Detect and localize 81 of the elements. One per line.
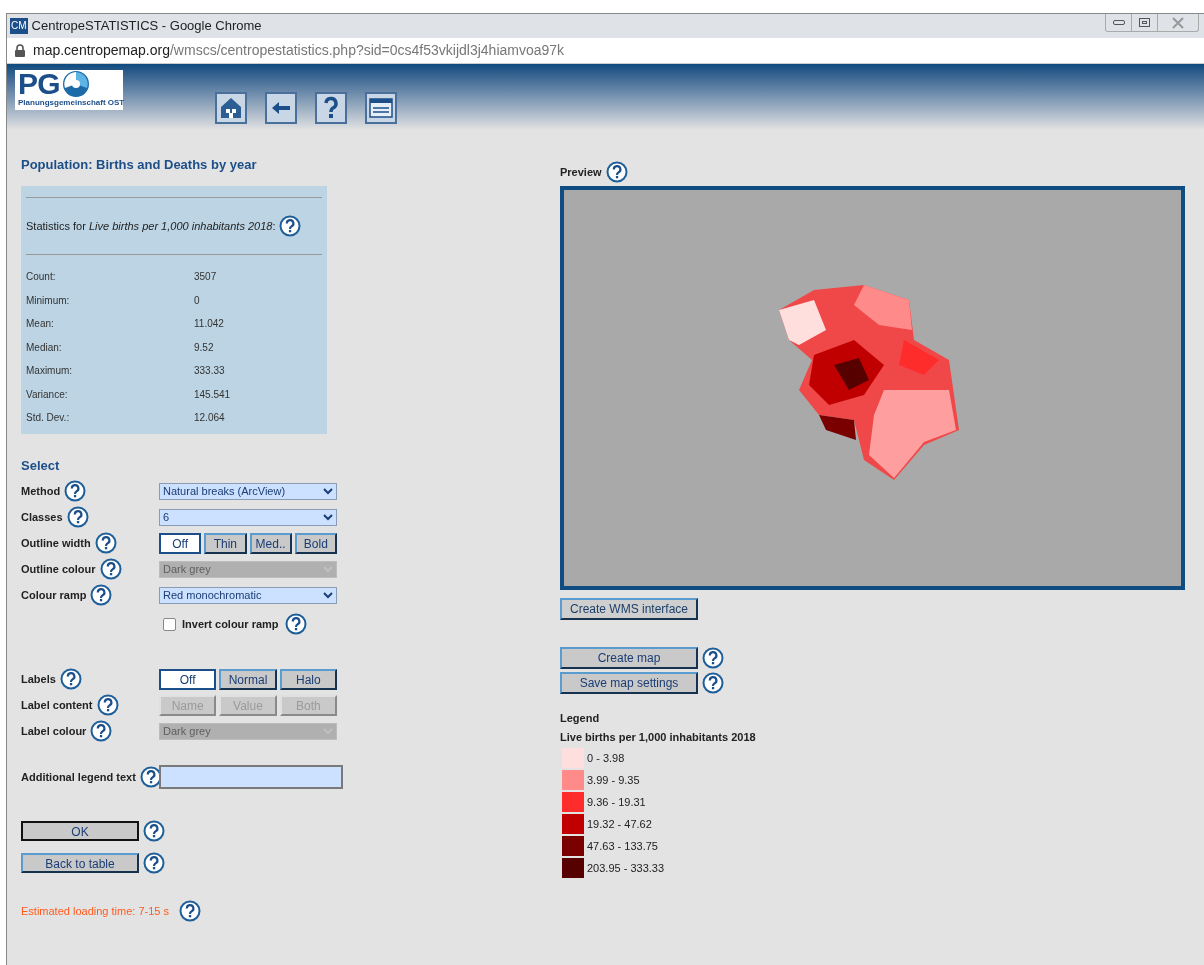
- stat-value: 0: [194, 293, 200, 308]
- dropdown[interactable]: Red monochromatic: [159, 586, 337, 604]
- help-icon[interactable]: [99, 558, 122, 580]
- option-button[interactable]: Bold: [294, 532, 337, 554]
- help-icon[interactable]: [605, 161, 628, 183]
- help-icon[interactable]: [94, 532, 117, 554]
- legend-title: Live births per 1,000 inhabitants 2018: [560, 729, 757, 745]
- help-icon[interactable]: [66, 506, 89, 528]
- map-button[interactable]: Save map settings: [560, 672, 698, 694]
- field-label: Outline colour: [21, 561, 96, 577]
- stat-label: Count:: [26, 270, 57, 285]
- app-icon: CM: [10, 18, 28, 34]
- help-icon[interactable]: [96, 694, 119, 716]
- close-window-icon[interactable]: [365, 92, 397, 124]
- section-heading: Select: [21, 456, 61, 475]
- checkbox-label: Invert colour ramp: [182, 616, 279, 632]
- option-button[interactable]: Thin: [204, 532, 247, 554]
- map-button[interactable]: Create map: [560, 647, 698, 669]
- field-label: Outline width: [21, 535, 91, 551]
- stat-value: 12.064: [194, 411, 225, 426]
- home-icon[interactable]: [215, 92, 247, 124]
- help-icon[interactable]: [64, 480, 87, 502]
- dropdown[interactable]: Natural breaks (ArcView): [159, 482, 337, 500]
- propeller-icon: [61, 70, 90, 98]
- legend-label: 0 - 3.98: [587, 750, 625, 766]
- preview-label: Preview: [560, 164, 602, 180]
- action-button[interactable]: Back to table: [21, 853, 139, 873]
- create-wms-button[interactable]: Create WMS interface: [560, 598, 698, 620]
- option-button[interactable]: Off: [159, 668, 217, 690]
- help-icon[interactable]: [90, 584, 113, 606]
- field-label: Additional legend text: [21, 769, 136, 785]
- stat-label: Minimum:: [26, 293, 71, 308]
- stat-label: Maximum:: [26, 364, 74, 379]
- help-icon[interactable]: [284, 613, 307, 635]
- help-icon[interactable]: [90, 720, 113, 742]
- statistics-heading: Statistics for Live births per 1,000 inhabitants 2018:: [26, 218, 276, 234]
- help-icon[interactable]: [278, 215, 301, 237]
- help-icon[interactable]: [315, 92, 347, 124]
- dropdown[interactable]: 6: [159, 508, 337, 526]
- option-button[interactable]: Normal: [219, 668, 277, 690]
- loading-time-note: Estimated loading time: 7-15 s: [21, 903, 169, 919]
- field-label: Method: [21, 483, 61, 499]
- option-button[interactable]: Off: [159, 532, 202, 554]
- checkbox[interactable]: [163, 617, 176, 631]
- field-label: Labels: [21, 671, 56, 687]
- legend-heading: Legend: [560, 711, 601, 726]
- field-label: Label colour: [21, 723, 87, 739]
- stat-label: Std. Dev.:: [26, 411, 71, 426]
- field-label: Label content: [21, 697, 93, 713]
- chevron-down-icon: [323, 487, 333, 495]
- stat-label: Median:: [26, 340, 63, 355]
- stat-value: 333.33: [194, 364, 225, 379]
- help-icon[interactable]: [143, 852, 165, 874]
- window-title: CentropeSTATISTICS - Google Chrome: [31, 17, 262, 36]
- stat-value: 145.541: [194, 387, 231, 402]
- help-icon[interactable]: [702, 672, 724, 694]
- stat-value: 9.52: [194, 340, 214, 355]
- help-icon[interactable]: [702, 647, 724, 669]
- option-button[interactable]: Halo: [279, 668, 337, 690]
- stat-value: 3507: [194, 270, 217, 285]
- help-icon[interactable]: [59, 668, 82, 690]
- chevron-down-icon: [323, 513, 333, 521]
- lock-icon: [15, 44, 25, 57]
- legend-label: 19.32 - 47.62: [587, 816, 652, 832]
- legend-label: 203.95 - 333.33: [587, 860, 665, 876]
- legend-label: 3.99 - 9.35: [587, 772, 640, 788]
- chevron-down-icon: [323, 591, 333, 599]
- legend-label: 47.63 - 133.75: [587, 838, 658, 854]
- stat-value: 11.042: [194, 317, 224, 332]
- option-button[interactable]: Med..: [249, 532, 292, 554]
- help-icon[interactable]: [178, 900, 201, 922]
- legend-label: 9.36 - 19.31: [587, 794, 646, 810]
- field-label: Colour ramp: [21, 587, 87, 603]
- field-label: Classes: [21, 509, 63, 525]
- stat-label: Mean:: [26, 317, 55, 332]
- legend-text-field[interactable]: [159, 765, 343, 789]
- page-title: Population: Births and Deaths by year: [21, 156, 258, 174]
- logo: PG Planungsgemeinschaft OST: [15, 70, 123, 110]
- help-icon[interactable]: [143, 820, 165, 842]
- stat-label: Variance:: [26, 387, 69, 402]
- action-button[interactable]: OK: [21, 821, 139, 841]
